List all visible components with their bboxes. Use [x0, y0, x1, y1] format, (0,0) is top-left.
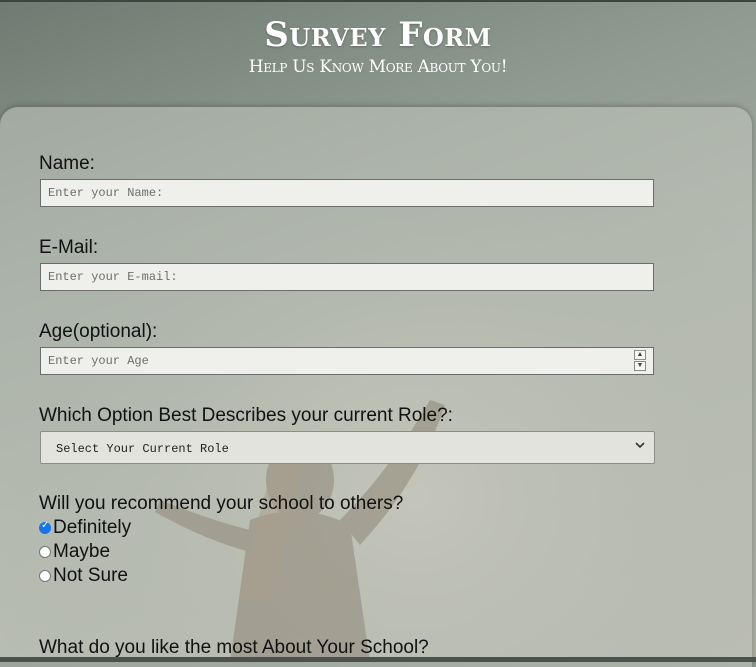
chevron-up-icon[interactable]: ▲ — [634, 350, 646, 360]
age-label: Age(optional): — [39, 321, 158, 342]
chevron-down-icon — [634, 439, 646, 455]
radio-label: Not Sure — [53, 565, 128, 586]
recommend-label: Will you recommend your school to others… — [39, 493, 404, 514]
email-input[interactable] — [40, 263, 654, 291]
name-label: Name: — [39, 153, 95, 174]
radio-label: Definitely — [53, 517, 132, 538]
radio-button[interactable] — [39, 546, 51, 558]
age-input[interactable] — [40, 347, 654, 375]
page-header: Survey Form Help Us Know More About You! — [0, 14, 756, 78]
radio-label: Maybe — [53, 541, 111, 562]
role-select-value: Select Your Current Role — [56, 442, 229, 456]
age-spinner[interactable]: ▲ ▼ — [634, 350, 646, 374]
name-input[interactable] — [40, 179, 654, 207]
role-select[interactable]: Select Your Current Role — [40, 431, 655, 464]
email-label: E-Mail: — [39, 237, 99, 258]
radio-button[interactable] — [39, 570, 51, 582]
page-title: Survey Form — [264, 15, 492, 55]
role-label: Which Option Best Describes your current… — [39, 405, 453, 426]
chevron-down-icon[interactable]: ▼ — [634, 361, 646, 371]
like-label: What do you like the most About Your Sch… — [39, 637, 429, 658]
bottom-border — [0, 657, 756, 662]
recommend-option-maybe[interactable]: Maybe — [39, 541, 110, 563]
radio-button[interactable] — [39, 520, 51, 534]
recommend-option-definitely[interactable]: Definitely — [39, 517, 131, 539]
page-subtitle: Help Us Know More About You! — [248, 57, 508, 77]
recommend-option-not-sure[interactable]: Not Sure — [39, 565, 128, 587]
